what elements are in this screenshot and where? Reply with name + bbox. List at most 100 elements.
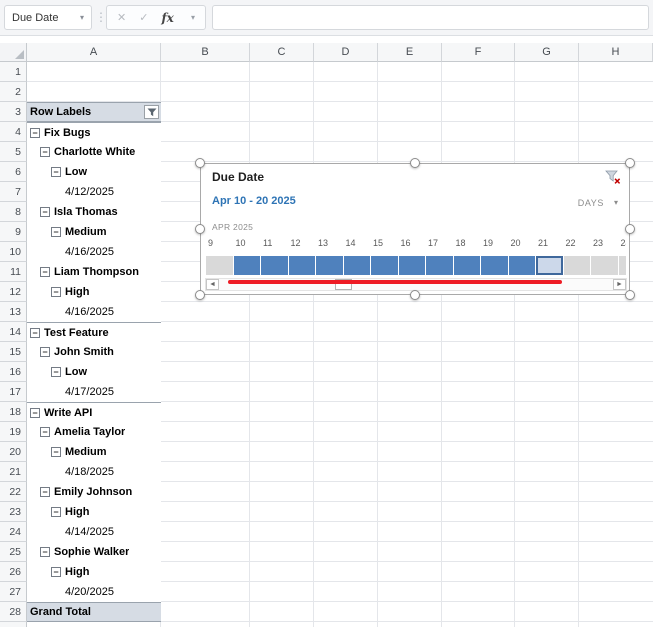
collapse-icon[interactable]: − — [51, 227, 61, 237]
column-header-d[interactable]: D — [314, 43, 378, 62]
collapse-icon[interactable]: − — [30, 407, 40, 418]
insert-function-icon[interactable]: fx — [161, 11, 173, 25]
scroll-left-icon[interactable]: ◄ — [206, 279, 219, 290]
enter-icon[interactable]: ✓ — [139, 11, 148, 24]
collapse-icon[interactable]: − — [30, 327, 40, 338]
row-header-7[interactable]: 7 — [0, 182, 27, 202]
timeline-slicer[interactable]: Due Date Apr 10 - 20 2025 DAYS ▾ APR 202… — [200, 163, 630, 295]
collapse-icon[interactable]: − — [51, 447, 61, 457]
timeline-day-cell-selected[interactable] — [426, 256, 453, 275]
timeline-day-cell[interactable] — [563, 256, 590, 275]
pivot-cell-row-13[interactable]: 4/16/2025 — [27, 302, 161, 322]
collapse-icon[interactable]: − — [51, 367, 61, 377]
row-header-29[interactable]: 29 — [0, 622, 27, 627]
pivot-cell-row-24[interactable]: 4/14/2025 — [27, 522, 161, 542]
timeline-day-cell-selected[interactable] — [288, 256, 315, 275]
name-box[interactable]: Due Date ▾ — [4, 5, 92, 30]
collapse-icon[interactable]: − — [40, 427, 50, 437]
row-header-17[interactable]: 17 — [0, 382, 27, 402]
pivot-cell-row-22[interactable]: − Emily Johnson — [27, 482, 161, 502]
row-header-3[interactable]: 3 — [0, 102, 27, 122]
pivot-cell-row-19[interactable]: − Amelia Taylor — [27, 422, 161, 442]
timeline-day-cell[interactable] — [591, 256, 618, 275]
chevron-down-icon[interactable]: ▾ — [614, 198, 618, 207]
collapse-icon[interactable]: − — [30, 127, 40, 138]
row-header-1[interactable]: 1 — [0, 62, 27, 82]
timeline-day-cell-selected[interactable] — [316, 256, 343, 275]
collapse-icon[interactable]: − — [40, 347, 50, 357]
timeline-day-cell[interactable] — [206, 256, 233, 275]
column-header-b[interactable]: B — [161, 43, 250, 62]
row-header-4[interactable]: 4 — [0, 122, 27, 142]
pivot-cell-row-21[interactable]: 4/18/2025 — [27, 462, 161, 482]
pivot-cell-row-7[interactable]: 4/12/2025 — [27, 182, 161, 202]
row-header-10[interactable]: 10 — [0, 242, 27, 262]
collapse-icon[interactable]: − — [51, 567, 61, 577]
pivot-cell-row-27[interactable]: 4/20/2025 — [27, 582, 161, 602]
collapse-icon[interactable]: − — [51, 287, 61, 297]
pivot-cell-row-4[interactable]: − Fix Bugs — [27, 122, 161, 142]
pivot-cell-row-10[interactable]: 4/16/2025 — [27, 242, 161, 262]
selection-handle[interactable] — [410, 158, 420, 168]
cancel-icon[interactable]: ✕ — [117, 11, 126, 24]
row-header-8[interactable]: 8 — [0, 202, 27, 222]
select-all-corner[interactable] — [0, 43, 27, 62]
timeline-selection-handle-cell[interactable] — [536, 256, 563, 275]
timeline-day-cell-selected[interactable] — [233, 256, 260, 275]
row-header-21[interactable]: 21 — [0, 462, 27, 482]
pivot-cell-row-17[interactable]: 4/17/2025 — [27, 382, 161, 402]
pivot-cell-row-16[interactable]: − Low — [27, 362, 161, 382]
timeline-period-dropdown[interactable]: DAYS — [578, 198, 604, 208]
pivot-cell-row-5[interactable]: − Charlotte White — [27, 142, 161, 162]
pivot-cell-row-20[interactable]: − Medium — [27, 442, 161, 462]
timeline-day-cell-selected[interactable] — [453, 256, 480, 275]
pivot-cell-row-28[interactable]: Grand Total — [27, 602, 161, 622]
selection-handle[interactable] — [195, 224, 205, 234]
row-header-18[interactable]: 18 — [0, 402, 27, 422]
selection-handle[interactable] — [195, 158, 205, 168]
pivot-cell-row-8[interactable]: − Isla Thomas — [27, 202, 161, 222]
row-header-14[interactable]: 14 — [0, 322, 27, 342]
row-header-22[interactable]: 22 — [0, 482, 27, 502]
filter-icon[interactable] — [144, 105, 159, 119]
row-header-2[interactable]: 2 — [0, 82, 27, 102]
row-header-13[interactable]: 13 — [0, 302, 27, 322]
selection-handle[interactable] — [625, 224, 635, 234]
timeline-day-cell[interactable] — [618, 256, 626, 275]
collapse-icon[interactable]: − — [40, 207, 50, 217]
collapse-icon[interactable]: − — [51, 167, 61, 177]
pivot-cell-row-6[interactable]: − Low — [27, 162, 161, 182]
row-header-25[interactable]: 25 — [0, 542, 27, 562]
timeline-day-cell-selected[interactable] — [481, 256, 508, 275]
row-header-6[interactable]: 6 — [0, 162, 27, 182]
column-header-a[interactable]: A — [27, 43, 161, 62]
sheet-grid[interactable]: Row Labels − Fix Bugs − Charlotte White − Low 4… — [27, 62, 653, 627]
row-header-26[interactable]: 26 — [0, 562, 27, 582]
pivot-cell-row-9[interactable]: − Medium — [27, 222, 161, 242]
pivot-cell-row-25[interactable]: − Sophie Walker — [27, 542, 161, 562]
row-header-5[interactable]: 5 — [0, 142, 27, 162]
formula-options-chevron-icon[interactable]: ▾ — [191, 13, 195, 22]
row-header-11[interactable]: 11 — [0, 262, 27, 282]
name-box-dropdown-icon[interactable]: ▾ — [80, 13, 84, 22]
timeline-day-cell-selected[interactable] — [508, 256, 535, 275]
selection-handle[interactable] — [625, 158, 635, 168]
pivot-cell-row-18[interactable]: − Write API — [27, 402, 161, 422]
column-header-g[interactable]: G — [515, 43, 579, 62]
collapse-icon[interactable]: − — [40, 547, 50, 557]
pivot-cell-row-14[interactable]: − Test Feature — [27, 322, 161, 342]
row-header-19[interactable]: 19 — [0, 422, 27, 442]
column-header-f[interactable]: F — [442, 43, 515, 62]
selection-handle[interactable] — [410, 290, 420, 300]
timeline-day-cell-selected[interactable] — [398, 256, 425, 275]
row-header-16[interactable]: 16 — [0, 362, 27, 382]
row-header-28[interactable]: 28 — [0, 602, 27, 622]
column-header-c[interactable]: C — [250, 43, 314, 62]
row-header-12[interactable]: 12 — [0, 282, 27, 302]
pivot-cell-row-26[interactable]: − High — [27, 562, 161, 582]
selection-handle[interactable] — [195, 290, 205, 300]
collapse-icon[interactable]: − — [51, 507, 61, 517]
pivot-cell-row-15[interactable]: − John Smith — [27, 342, 161, 362]
timeline-track[interactable] — [206, 256, 626, 275]
formula-input[interactable] — [212, 5, 649, 30]
